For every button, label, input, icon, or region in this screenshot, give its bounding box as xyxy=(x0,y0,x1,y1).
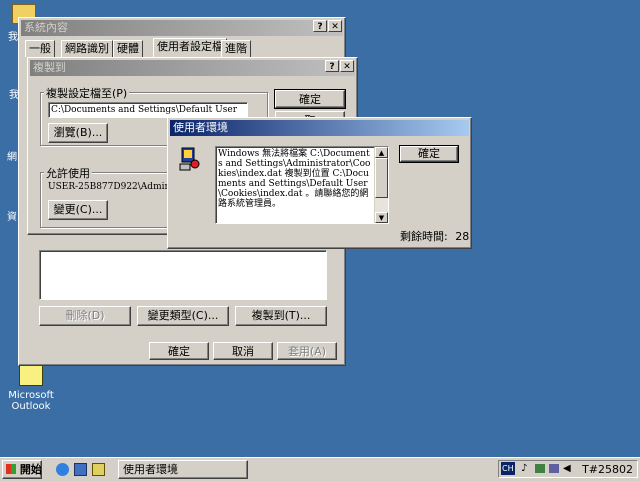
error-message: Windows 無法將檔案 C:\Documents and Settings\… xyxy=(218,149,371,209)
tab-strip: 一般 網路識別 硬體 使用者設定檔 進階 xyxy=(25,38,335,58)
ok-button[interactable]: 確定 xyxy=(149,342,209,360)
message-scrollbar[interactable]: ▲ ▼ xyxy=(374,147,388,223)
tab-user-profiles[interactable]: 使用者設定檔 xyxy=(153,38,227,57)
user-environment-dialog: 使用者環境 Windows 無法將檔案 C:\Documents and Set… xyxy=(167,117,472,249)
destination-path-input[interactable]: C:\Documents and Settings\Default User xyxy=(48,102,248,118)
tab-advanced[interactable]: 進階 xyxy=(221,40,251,57)
start-button[interactable]: 開始 xyxy=(2,460,42,479)
help-button[interactable]: ? xyxy=(313,20,327,32)
close-button[interactable]: ✕ xyxy=(340,60,354,72)
quick-launch xyxy=(52,462,112,478)
tab-general[interactable]: 一般 xyxy=(25,40,55,57)
ime-indicator[interactable]: CH xyxy=(501,462,515,475)
tab-network-id[interactable]: 網路識別 xyxy=(61,40,113,57)
taskbar: 開始 使用者環境 CH ♪ ◀ T#25802 xyxy=(0,457,640,481)
tray-extra-icon[interactable] xyxy=(549,464,559,473)
ok-button[interactable]: 確定 xyxy=(274,89,346,109)
scroll-down-arrow-icon[interactable]: ▼ xyxy=(375,212,388,223)
message-box[interactable]: Windows 無法將檔案 C:\Documents and Settings\… xyxy=(215,146,389,224)
system-tray: CH ♪ ◀ T#25802 xyxy=(498,460,638,478)
permit-use-label: 允許使用 xyxy=(44,165,92,181)
taskbar-item-user-env[interactable]: 使用者環境 xyxy=(118,460,248,479)
close-button[interactable]: ✕ xyxy=(328,20,342,32)
tray-text: T#25802 xyxy=(582,463,633,476)
volume-icon[interactable]: ♪ xyxy=(521,463,527,474)
apply-button[interactable]: 套用(A) xyxy=(277,342,337,360)
speaker-icon[interactable]: ◀ xyxy=(563,463,571,474)
change-type-button[interactable]: 變更類型(C)... xyxy=(137,306,229,326)
network-icon[interactable] xyxy=(535,464,545,473)
user-env-titlebar: 使用者環境 xyxy=(170,120,469,136)
copy-to-button[interactable]: 複製到(T)... xyxy=(235,306,327,326)
change-button[interactable]: 變更(C)... xyxy=(48,200,108,220)
warning-icon xyxy=(178,146,200,172)
countdown: 剩餘時間: 28 xyxy=(400,230,470,243)
ie-icon[interactable] xyxy=(56,463,69,476)
browse-button[interactable]: 瀏覽(B)... xyxy=(48,123,108,143)
profiles-list[interactable] xyxy=(39,250,327,300)
desktop-icon-outlook[interactable]: Microsoft Outlook xyxy=(4,362,58,412)
ok-button[interactable]: 確定 xyxy=(399,145,459,163)
show-desktop-icon[interactable] xyxy=(74,463,87,476)
permitted-user-text: USER-25B877D922\Administrator xyxy=(48,182,168,192)
copy-profile-label: 複製設定檔至(P) xyxy=(44,85,130,101)
windows-logo-icon xyxy=(6,464,16,474)
scroll-thumb[interactable] xyxy=(375,158,388,198)
scroll-up-arrow-icon[interactable]: ▲ xyxy=(375,147,388,158)
system-properties-titlebar: 系統內容 xyxy=(21,20,343,36)
help-button[interactable]: ? xyxy=(325,60,339,72)
copy-to-titlebar: 複製到 xyxy=(30,60,355,76)
outlook-quick-icon[interactable] xyxy=(92,463,105,476)
tab-hardware[interactable]: 硬體 xyxy=(113,40,143,57)
delete-button[interactable]: 刪除(D) xyxy=(39,306,131,326)
cancel-button[interactable]: 取消 xyxy=(213,342,273,360)
